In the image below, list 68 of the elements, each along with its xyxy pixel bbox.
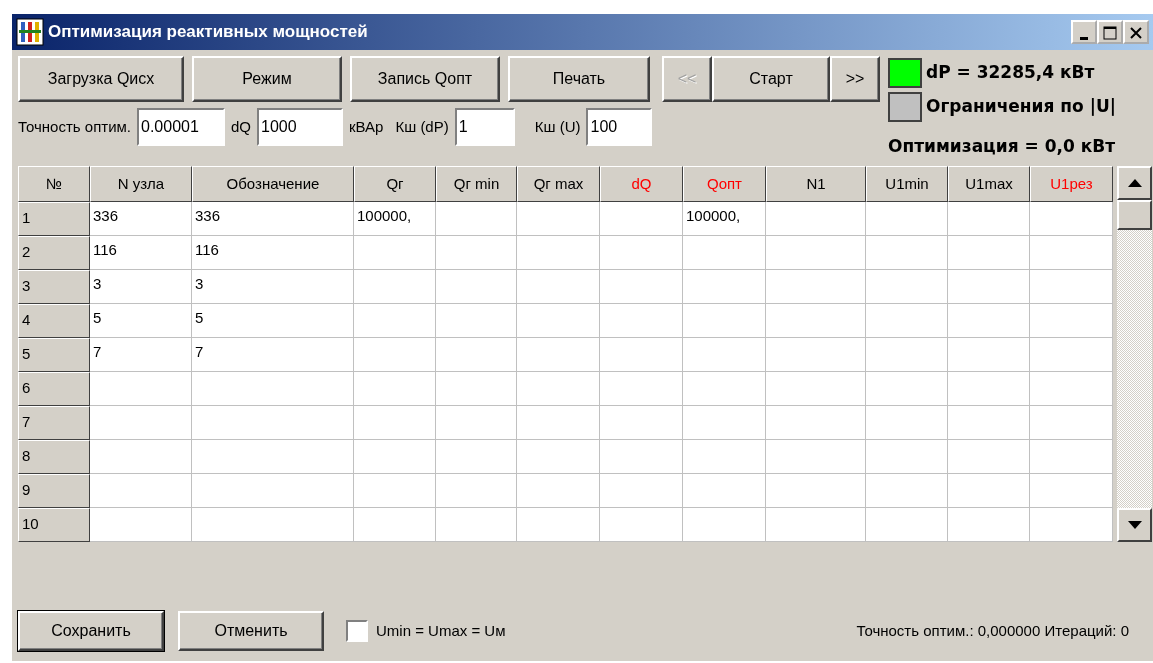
status-text: Точность оптим.: 0,000000 Итераций: 0 — [856, 620, 1129, 641]
field-label: Кш (U) — [534, 116, 581, 137]
column-header[interactable]: N1 — [766, 165, 866, 202]
column-header[interactable]: U1max — [948, 165, 1030, 202]
table-cell: 7 — [192, 337, 354, 372]
column-header[interactable]: Qг max — [517, 165, 600, 202]
row-header[interactable]: 6 — [18, 371, 90, 406]
row-header[interactable]: 3 — [18, 269, 90, 304]
table-cell: 100000, — [683, 201, 766, 236]
row-header[interactable]: 7 — [18, 405, 90, 440]
window-title: Оптимизация реактивных мощностей — [48, 21, 369, 44]
column-header[interactable]: U1min — [866, 165, 948, 202]
table-cell: 336 — [192, 201, 354, 236]
optimization-result: Оптимизация = 0,0 кВт — [888, 135, 1116, 158]
toolbar-button[interactable]: Загрузка Qисх — [18, 56, 184, 102]
table-cell: 116 — [90, 235, 192, 270]
row-header[interactable]: 5 — [18, 337, 90, 372]
column-header[interactable]: № — [18, 165, 90, 202]
row-header[interactable]: 4 — [18, 303, 90, 338]
column-header[interactable]: Qг min — [436, 165, 517, 202]
input-field[interactable]: 100 — [586, 108, 653, 146]
scrollbar[interactable] — [1117, 165, 1152, 542]
row-header[interactable]: 2 — [18, 235, 90, 270]
table-cell: 336 — [90, 201, 192, 236]
minimize-button[interactable] — [1071, 20, 1097, 44]
field-label: dQ — [231, 116, 251, 137]
row-header[interactable]: 8 — [18, 439, 90, 474]
checkbox-label: Umin = Umax = Uм — [376, 620, 506, 641]
scroll-down-button[interactable] — [1117, 507, 1152, 542]
scroll-up-button[interactable] — [1117, 165, 1152, 200]
checkbox[interactable] — [346, 620, 368, 642]
down-arrow-icon — [1127, 520, 1142, 529]
column-header[interactable]: N узла — [90, 165, 192, 202]
table-cell: 5 — [90, 303, 192, 338]
indicator-label: dP = 32285,4 кВт — [926, 61, 1095, 85]
column-header[interactable]: Обозначение — [192, 165, 354, 202]
toolbar-button[interactable]: Запись Qопт — [350, 56, 500, 102]
maximize-icon — [1103, 26, 1117, 41]
minimize-icon — [1080, 36, 1088, 40]
close-button[interactable] — [1123, 20, 1149, 44]
field-label: Кш (dP) — [395, 116, 449, 137]
field-label: Точность оптим. — [18, 116, 131, 137]
input-field[interactable]: 1 — [454, 108, 515, 146]
app-icon — [16, 18, 44, 46]
toolbar-button[interactable]: Печать — [508, 56, 650, 102]
nav-button[interactable]: Старт — [712, 56, 830, 102]
table-cell: 100000, — [354, 201, 436, 236]
footer-button[interactable]: Сохранить — [18, 611, 164, 651]
table-cell: 3 — [90, 269, 192, 304]
unit-label: кВАр — [349, 116, 384, 137]
footer-button[interactable]: Отменить — [178, 611, 324, 651]
up-arrow-icon — [1127, 178, 1142, 187]
column-header[interactable]: Qг — [354, 165, 436, 202]
row-header[interactable]: 1 — [18, 201, 90, 236]
table-cell: 7 — [90, 337, 192, 372]
input-field[interactable]: 0.00001 — [137, 108, 225, 146]
input-field[interactable]: 1000 — [257, 108, 343, 146]
nav-button[interactable]: >> — [830, 56, 880, 102]
table-cell: 116 — [192, 235, 354, 270]
table-cell: 3 — [192, 269, 354, 304]
row-header[interactable]: 10 — [18, 507, 90, 542]
indicator-label: Ограничения по |U| — [926, 95, 1116, 119]
close-icon — [1130, 27, 1142, 40]
scroll-thumb[interactable] — [1117, 199, 1152, 230]
maximize-button[interactable] — [1097, 20, 1123, 44]
table-cell: 5 — [192, 303, 354, 338]
row-header[interactable]: 9 — [18, 473, 90, 508]
toolbar-button[interactable]: Режим — [192, 56, 342, 102]
